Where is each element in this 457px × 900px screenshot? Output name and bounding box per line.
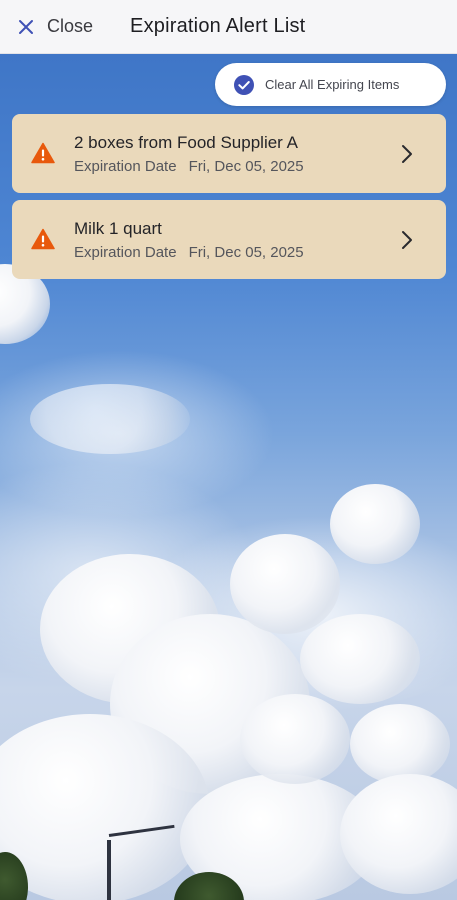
expiration-date-value: Fri, Dec 05, 2025 [188,158,304,175]
alert-expiration: Expiration Date Fri, Dec 05, 2025 [74,244,304,262]
alert-expiration: Expiration Date Fri, Dec 05, 2025 [74,158,304,176]
cloud-shape [230,534,340,634]
alert-list: 2 boxes from Food Supplier A Expiration … [12,114,446,286]
alert-title: 2 boxes from Food Supplier A [74,133,298,152]
clear-all-expiring-button[interactable]: Clear All Expiring Items [215,63,446,106]
warning-icon [31,142,55,164]
chevron-right-icon [400,229,414,251]
cloud-shape [30,384,190,454]
expiration-date-label: Expiration Date [74,158,177,175]
chevron-right-icon [400,143,414,165]
alert-text: Milk 1 quart Expiration Date Fri, Dec 05,… [74,219,304,262]
warning-icon [31,228,55,250]
cloud-shape [330,484,420,564]
check-circle-icon [233,74,255,96]
close-label: Close [47,16,94,36]
close-icon [17,18,35,36]
top-bar: Close Expiration Alert List [0,0,457,54]
alert-text: 2 boxes from Food Supplier A Expiration … [74,133,304,176]
expiration-alert-screen: Close Expiration Alert List Clear All Ex… [0,0,457,900]
close-button[interactable]: Close [17,16,93,37]
cloud-shape [300,614,420,704]
cloud-shape [350,704,450,784]
cloud-shape [240,694,350,784]
alert-item[interactable]: 2 boxes from Food Supplier A Expiration … [12,114,446,193]
clear-all-label: Clear All Expiring Items [265,77,400,92]
expiration-date-label: Expiration Date [74,244,177,261]
alert-title: Milk 1 quart [74,219,162,238]
alert-item[interactable]: Milk 1 quart Expiration Date Fri, Dec 05,… [12,200,446,279]
expiration-date-value: Fri, Dec 05, 2025 [188,244,304,261]
page-title: Expiration Alert List [130,15,306,37]
street-light-pole [107,840,111,900]
